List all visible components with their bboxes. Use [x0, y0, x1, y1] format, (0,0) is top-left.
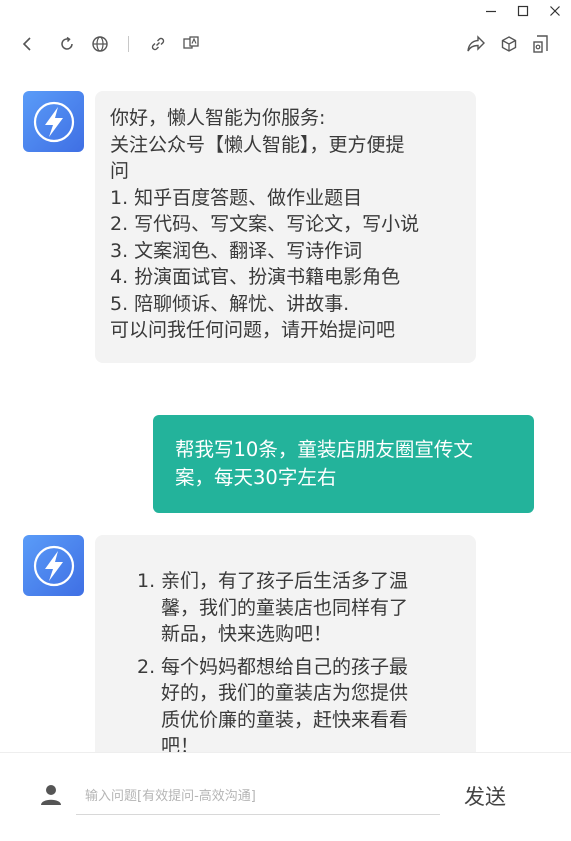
- reply-line: 新品，快来选购吧！: [161, 623, 333, 645]
- welcome-line: 4. 扮演面试官、扮演书籍电影角色: [110, 266, 401, 288]
- reply-line: 亲们，有了孩子后生活多了温: [161, 570, 409, 592]
- welcome-line: 关注公众号【懒人智能】，更方便提: [110, 133, 405, 156]
- chat-area[interactable]: 你好，懒人智能为你服务: 关注公众号【懒人智能】，更方便提 问 1. 知乎百度答…: [0, 66, 571, 752]
- reply-line: 质优价廉的童装，赶快来看看: [161, 708, 409, 731]
- lightning-icon: [33, 101, 74, 142]
- user-message-line: 帮我写10条，童装店朋友圈宣传文: [175, 438, 473, 461]
- list-number: 2.: [137, 655, 156, 678]
- question-input[interactable]: [76, 779, 440, 815]
- reply-list: 1. 亲们，有了孩子后生活多了温 馨，我们的童装店也同样有了 新品，快来选购吧！…: [137, 568, 476, 752]
- cube-icon: [501, 36, 517, 52]
- lightning-icon: [33, 545, 74, 586]
- user-icon: [41, 785, 61, 805]
- list-item: 1. 亲们，有了孩子后生活多了温 馨，我们的童装店也同样有了 新品，快来选购吧！: [137, 568, 476, 648]
- user-message-line: 案，每天30字左右: [175, 466, 337, 489]
- welcome-line: 5. 陪聊倾诉、解忧、讲故事.: [110, 292, 350, 315]
- back-icon: [22, 37, 31, 51]
- reply-line: 吧！: [161, 735, 200, 752]
- welcome-line: 你好，懒人智能为你服务:: [110, 107, 326, 129]
- welcome-message: 你好，懒人智能为你服务: 关注公众号【懒人智能】，更方便提 问 1. 知乎百度答…: [95, 91, 476, 363]
- link-icon: [151, 37, 165, 51]
- welcome-line: 可以问我任何问题，请开始提问吧: [110, 319, 396, 341]
- translate-icon: [183, 36, 199, 49]
- maximize-icon: [517, 5, 529, 17]
- back-button[interactable]: [16, 33, 38, 55]
- welcome-line: 2. 写代码、写文案、写论文，写小说: [110, 213, 420, 235]
- minimize-icon: [486, 10, 496, 13]
- minimize-button[interactable]: [475, 0, 507, 22]
- bot-avatar: [23, 535, 84, 596]
- list-item: 2. 每个妈妈都想给自己的孩子最 好的，我们的童装店为您提供 质优价廉的童装，赶…: [137, 654, 476, 753]
- close-icon: [550, 6, 560, 16]
- reply-line: 馨，我们的童装店也同样有了: [161, 596, 409, 619]
- welcome-line: 3. 文案润色、翻译、写诗作词: [110, 239, 363, 262]
- share-icon: [467, 35, 485, 52]
- refresh-button[interactable]: [56, 33, 78, 55]
- reply-message: 1. 亲们，有了孩子后生活多了温 馨，我们的童装店也同样有了 新品，快来选购吧！…: [95, 535, 476, 752]
- maximize-button[interactable]: [507, 0, 539, 22]
- toolbar-divider: [128, 36, 129, 52]
- link-button[interactable]: [147, 33, 169, 55]
- send-button[interactable]: 发送: [450, 780, 520, 812]
- bot-avatar: [23, 91, 84, 152]
- welcome-line: 1. 知乎百度答题、做作业题目: [110, 186, 363, 209]
- cube-button[interactable]: [498, 33, 520, 55]
- toolbar: [0, 22, 571, 66]
- globe-button[interactable]: [89, 33, 111, 55]
- reply-line: 好的，我们的童装店为您提供: [161, 682, 409, 704]
- close-button[interactable]: [539, 0, 571, 22]
- translate-button[interactable]: [180, 33, 202, 55]
- window-controls: [475, 0, 571, 22]
- welcome-line: 问: [110, 160, 130, 182]
- list-number: 1.: [137, 570, 156, 592]
- input-bar: 发送: [0, 752, 571, 841]
- globe-icon: [92, 36, 108, 52]
- user-message: 帮我写10条，童装店朋友圈宣传文 案，每天30字左右: [153, 415, 534, 513]
- refresh-icon: [61, 36, 73, 50]
- reply-line: 每个妈妈都想给自己的孩子最: [161, 655, 409, 678]
- share-button[interactable]: [465, 33, 487, 55]
- bookmark-button[interactable]: [530, 33, 552, 55]
- bookmark-icon: [533, 35, 548, 53]
